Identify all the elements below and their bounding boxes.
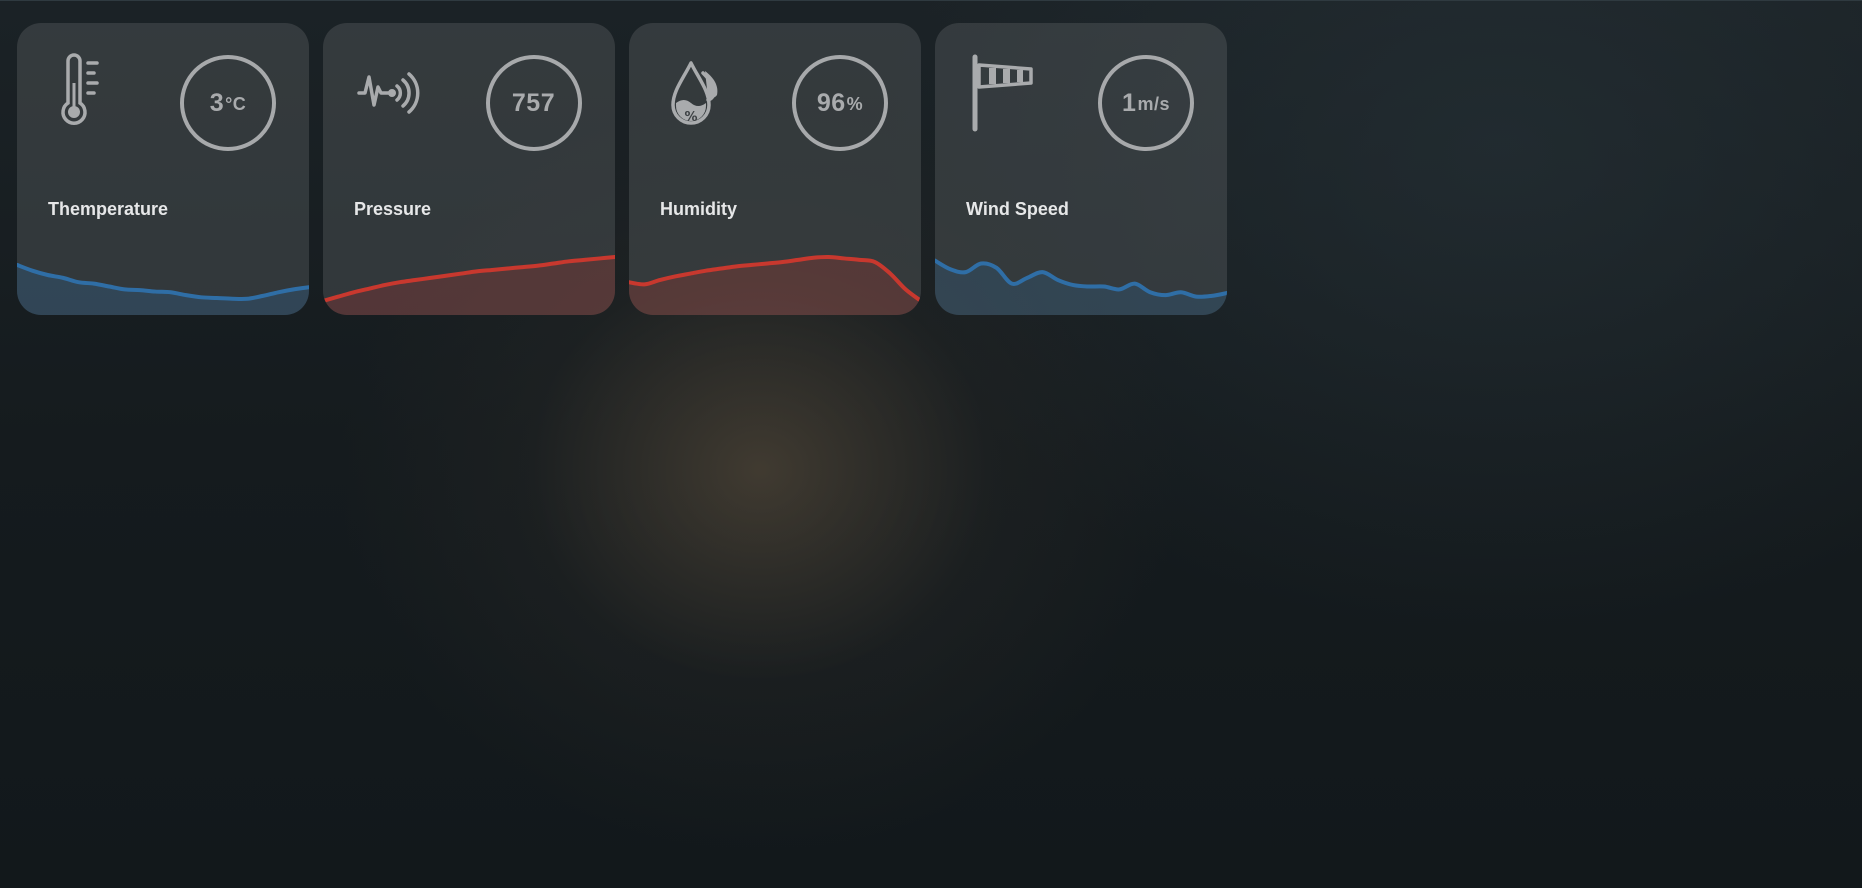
- pressure-label: Pressure: [354, 199, 432, 219]
- sensor-card-humidity[interactable]: % 96% Humidity: [629, 23, 921, 315]
- wind-speed-value: 1: [1122, 88, 1137, 117]
- sensor-card-grid: 3 °C Themperature 757 Pressure % 96 % Hu…: [17, 23, 1227, 315]
- temperature-unit: °C: [225, 93, 247, 114]
- wind-speed-value-badge: 1 m/s: [1098, 55, 1194, 151]
- pressure-sparkline-area: [323, 257, 615, 315]
- wind-speed-label: Wind Speed: [966, 199, 1069, 219]
- sensor-card-wind-speed[interactable]: 1 m/s Wind Speed: [935, 23, 1227, 315]
- wind-speed-unit: m/s: [1137, 93, 1170, 114]
- humidity-sparkline-area: [629, 256, 921, 315]
- humidity-value-badge: 96%: [792, 55, 888, 151]
- windsock-icon: [969, 53, 1039, 133]
- pressure-signal-icon: [357, 53, 427, 133]
- pressure-value: 757: [511, 88, 556, 117]
- humidity-unit: %: [846, 93, 864, 114]
- humidity-value: 96: [816, 88, 846, 117]
- pressure-sparkline: [323, 255, 615, 315]
- svg-text:%: %: [684, 110, 697, 125]
- sensor-card-temperature[interactable]: 3 °C Themperature: [17, 23, 309, 315]
- pressure-value-badge: 757: [486, 55, 582, 151]
- temperature-label: Themperature: [48, 199, 169, 219]
- humidity-label: Humidity: [660, 199, 738, 219]
- sensor-card-pressure[interactable]: 757 Pressure: [323, 23, 615, 315]
- temperature-value-badge: 3 °C: [180, 55, 276, 151]
- humidity-drop-icon: %: [663, 53, 733, 133]
- top-divider: [0, 0, 1862, 1]
- thermometer-icon: [51, 53, 121, 133]
- temperature-sparkline: [17, 262, 309, 315]
- humidity-sparkline: [629, 254, 921, 315]
- temperature-value: 3: [209, 88, 225, 117]
- wind-speed-sparkline: [935, 258, 1227, 315]
